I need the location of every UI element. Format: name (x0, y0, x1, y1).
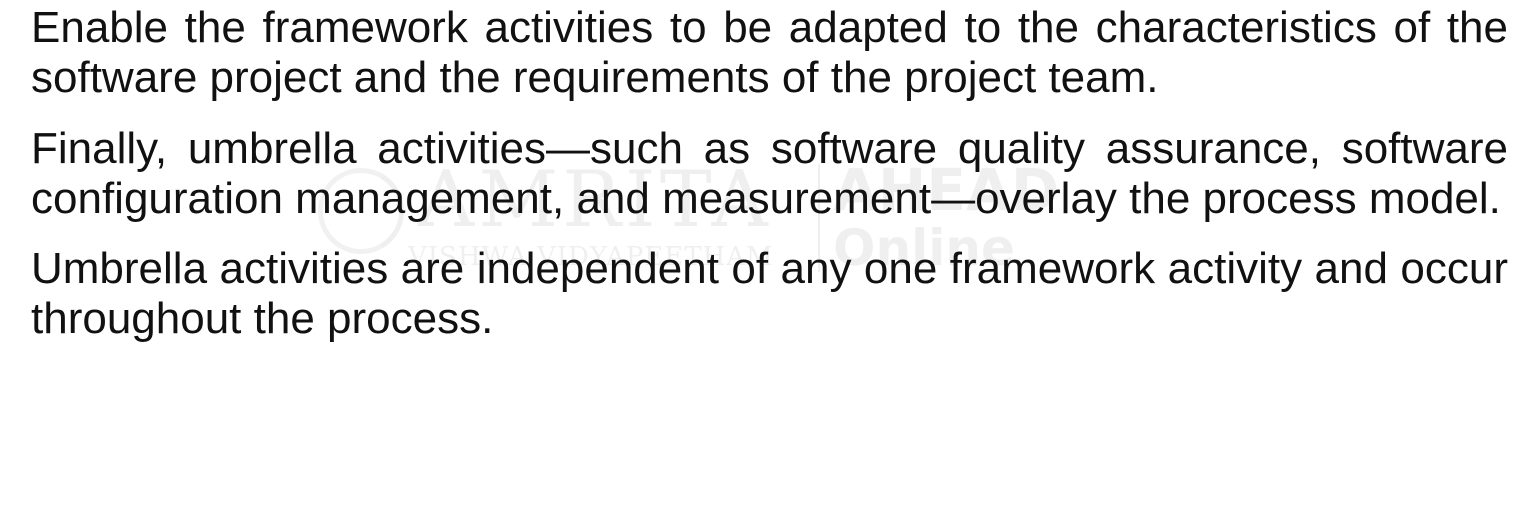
paragraph-umbrella-activities-examples: Finally, umbrella activities—such as sof… (31, 124, 1508, 223)
slide-content: Enable the framework activities to be ad… (31, 0, 1508, 526)
paragraph-umbrella-activities-independence: Umbrella activities are independent of a… (31, 244, 1508, 343)
paragraph-framework-adaptation: Enable the framework activities to be ad… (31, 3, 1508, 102)
